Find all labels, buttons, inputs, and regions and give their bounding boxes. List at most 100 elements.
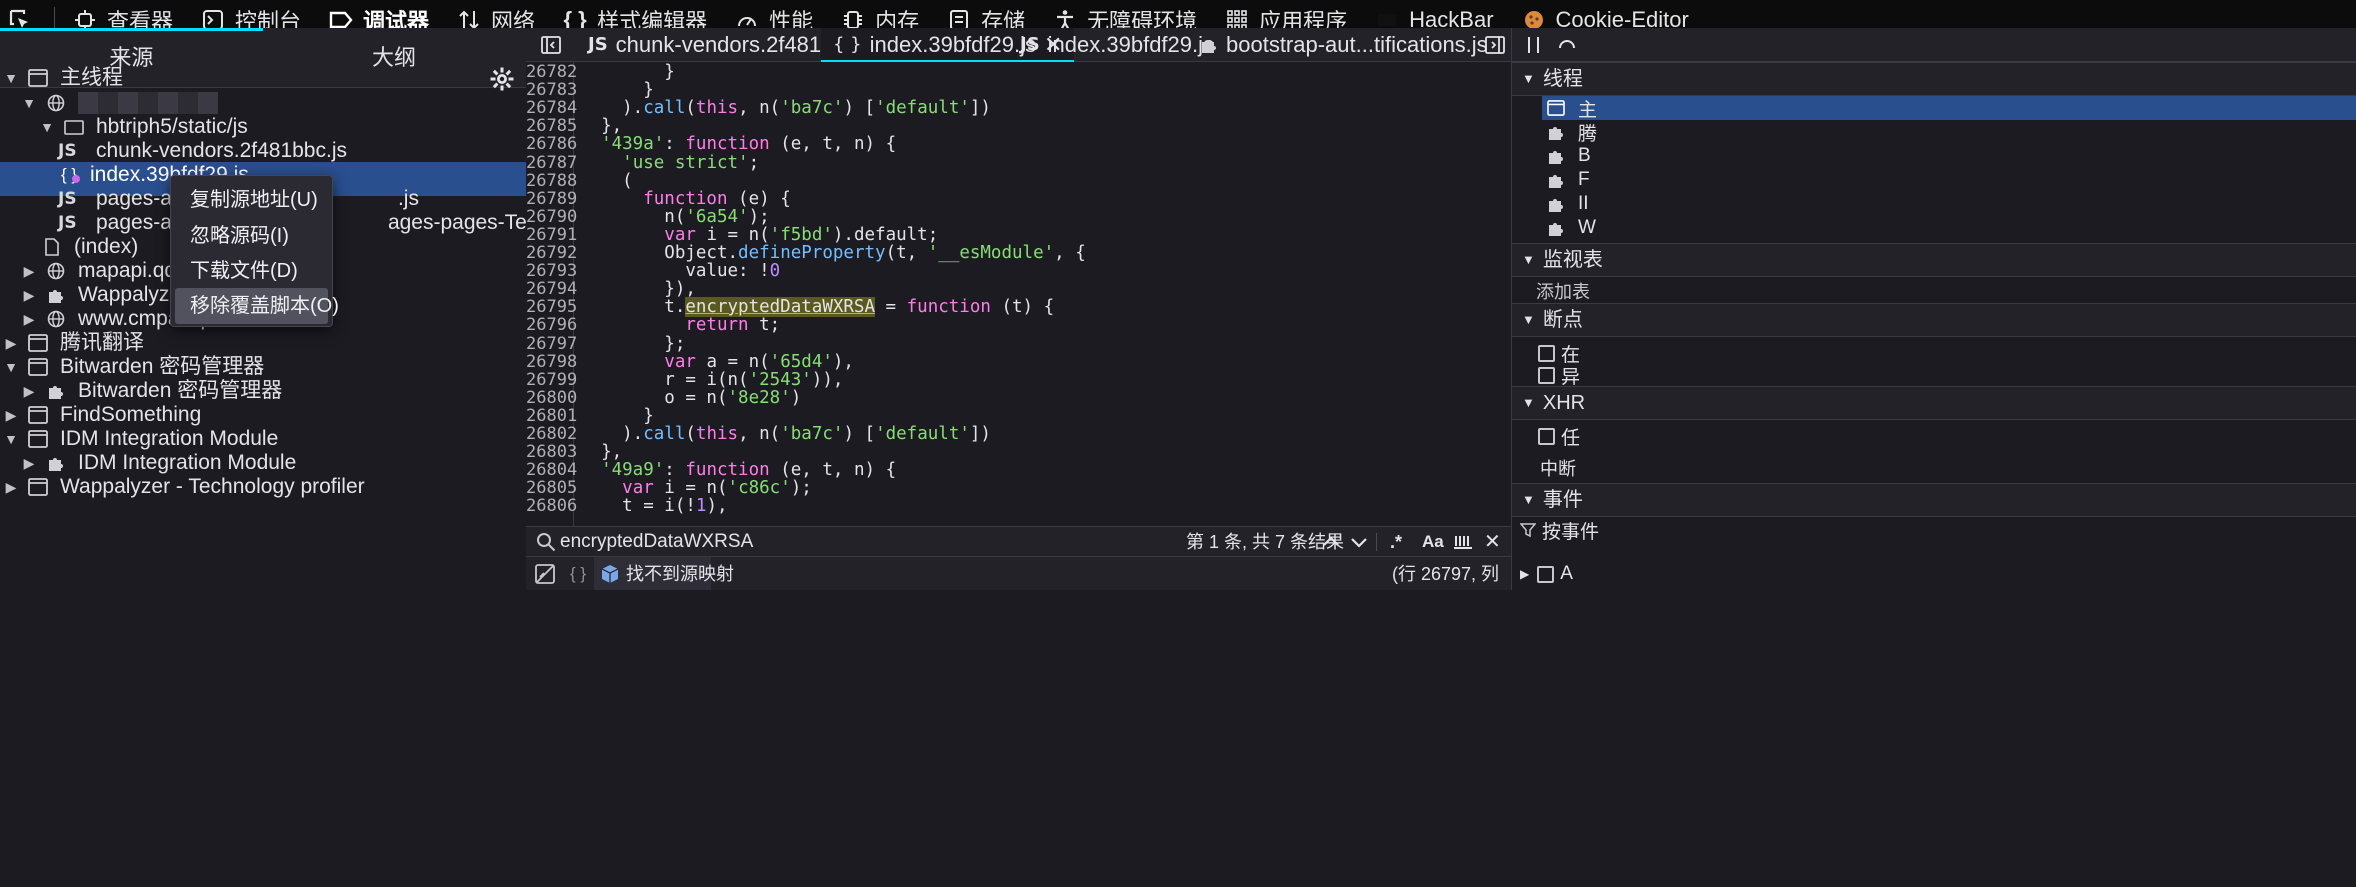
code-line[interactable]: r = i(n('2543')), xyxy=(580,371,843,389)
event-filter-input[interactable]: 按事件 xyxy=(1512,518,2356,543)
code-line[interactable]: return t; xyxy=(580,316,780,334)
checkbox[interactable] xyxy=(1537,565,1555,583)
editor-tabs: JS chunk-vendors.2f481bbc.js { } index.3… xyxy=(526,28,1511,63)
editor-tab[interactable]: JS index.39bfdf29.js xyxy=(1020,28,1214,62)
breakpoints-section-header[interactable]: ▼ 断点 xyxy=(1512,303,2356,337)
thread-row[interactable]: 腾 xyxy=(1512,120,2356,145)
line-number[interactable]: 26799 xyxy=(526,371,577,389)
collapsed-arrow-icon: ▶ xyxy=(23,263,35,279)
next-result-icon[interactable] xyxy=(1348,531,1370,553)
breakpoint-option[interactable]: 在 xyxy=(1512,341,2356,366)
line-number[interactable]: 26786 xyxy=(526,135,577,153)
line-number[interactable]: 26783 xyxy=(526,81,577,99)
line-number[interactable]: 26789 xyxy=(526,190,577,208)
line-number[interactable]: 26805 xyxy=(526,479,577,497)
add-watch-expression[interactable]: 添加表 xyxy=(1512,279,2356,303)
menu-item-remove-override[interactable]: 移除覆盖脚本(O) xyxy=(175,288,339,324)
line-number[interactable]: 26790 xyxy=(526,208,577,226)
code-line[interactable]: var a = n('65d4'), xyxy=(580,353,854,371)
code-line[interactable]: '439a': function (e, t, n) { xyxy=(580,135,896,153)
line-number[interactable]: 26792 xyxy=(526,244,577,262)
line-number[interactable]: 26806 xyxy=(526,497,577,515)
checkbox[interactable] xyxy=(1538,366,1555,384)
toggle-sources-pane-icon[interactable] xyxy=(540,34,562,56)
thread-row[interactable]: F xyxy=(1512,168,2356,192)
breakpoint-option[interactable]: 异 xyxy=(1512,363,2356,388)
code-line[interactable]: }; xyxy=(580,335,685,353)
search-input[interactable]: encryptedDataWXRSA xyxy=(560,527,753,557)
line-number[interactable]: 26794 xyxy=(526,280,577,298)
code-line[interactable]: 'use strict'; xyxy=(580,154,759,172)
code-line[interactable]: } xyxy=(580,81,654,99)
step-over-icon[interactable] xyxy=(1556,34,1578,56)
line-number[interactable]: 26784 xyxy=(526,99,577,117)
menu-item-copy-source-url[interactable]: 复制源地址(U) xyxy=(175,182,328,218)
line-number[interactable]: 26795 xyxy=(526,298,577,316)
code-line[interactable]: } xyxy=(580,407,654,425)
settings-gear-icon[interactable] xyxy=(490,67,514,91)
code-line[interactable]: Object.defineProperty(t, '__esModule', { xyxy=(580,244,1085,262)
menu-item-download-file[interactable]: 下载文件(D) xyxy=(175,253,328,289)
code-line[interactable]: o = n('8e28') xyxy=(580,389,801,407)
line-number[interactable]: 26800 xyxy=(526,389,577,407)
code-line[interactable]: var i = n('c86c'); xyxy=(580,479,812,497)
code-line[interactable]: t = i(!1), xyxy=(580,497,727,515)
regex-toggle-icon[interactable]: .* xyxy=(1390,527,1402,557)
code-line[interactable]: }, xyxy=(580,443,622,461)
toggle-debugger-pane-icon[interactable] xyxy=(1484,34,1506,56)
section-title: 监视表 xyxy=(1542,249,1603,271)
close-search-icon[interactable]: ✕ xyxy=(1484,527,1501,557)
code-line[interactable]: }, xyxy=(580,117,622,135)
prettify-disabled-icon[interactable] xyxy=(534,563,556,585)
checkbox[interactable] xyxy=(1538,344,1555,362)
line-number[interactable]: 26798 xyxy=(526,353,577,371)
tab-outline[interactable]: 大纲 xyxy=(263,28,526,87)
tree-row-thread[interactable]: ▶ Wappalyzer - Technology profiler xyxy=(4,470,365,504)
events-section-header[interactable]: ▼ 事件 xyxy=(1512,483,2356,517)
threads-section-header[interactable]: ▼ 线程 xyxy=(1512,62,2356,96)
line-number[interactable]: 26801 xyxy=(526,407,577,425)
code-line[interactable]: '49a9': function (e, t, n) { xyxy=(580,461,896,479)
event-category[interactable]: ▶ A xyxy=(1512,562,2356,586)
line-number[interactable]: 26785 xyxy=(526,117,577,135)
thread-label: F xyxy=(1578,169,1590,190)
code-line[interactable]: }), xyxy=(580,280,696,298)
code-line[interactable]: ).call(this, n('ba7c') ['default']) xyxy=(580,425,991,443)
previous-result-icon[interactable] xyxy=(1320,531,1342,553)
thread-row[interactable]: W xyxy=(1512,216,2356,240)
match-case-toggle[interactable]: Aa xyxy=(1422,527,1444,557)
line-number[interactable]: 26782 xyxy=(526,63,577,81)
line-number[interactable]: 26788 xyxy=(526,172,577,190)
xhr-section-header[interactable]: ▼ XHR xyxy=(1512,386,2356,420)
code-line[interactable]: ( xyxy=(580,172,633,190)
editor-tab-label: index.39bfdf29.js xyxy=(1047,32,1215,57)
pretty-print-icon[interactable]: { } xyxy=(570,557,586,591)
line-number[interactable]: 26791 xyxy=(526,226,577,244)
whole-word-toggle-icon[interactable] xyxy=(1452,532,1474,552)
code-line[interactable]: t.encryptedDataWXRSA = function (t) { xyxy=(580,297,1054,317)
filter-placeholder: 按事件 xyxy=(1542,521,1600,543)
source-map-message: 找不到源映射 xyxy=(626,564,734,584)
line-number[interactable]: 26787 xyxy=(526,154,577,172)
code-line[interactable]: ).call(this, n('ba7c') ['default']) xyxy=(580,99,991,117)
code-line[interactable]: var i = n('f5bd').default; xyxy=(580,226,938,244)
line-number[interactable]: 26803 xyxy=(526,443,577,461)
line-number[interactable]: 26802 xyxy=(526,425,577,443)
thread-row[interactable]: B xyxy=(1512,144,2356,168)
line-number[interactable]: 26804 xyxy=(526,461,577,479)
thread-row[interactable]: II xyxy=(1512,192,2356,216)
line-number[interactable]: 26797 xyxy=(526,335,577,353)
checkbox[interactable] xyxy=(1538,427,1555,445)
xhr-option[interactable]: 任 xyxy=(1512,424,2356,449)
code-line[interactable]: } xyxy=(580,63,675,81)
code-line[interactable]: value: !0 xyxy=(580,262,780,280)
editor-tab[interactable]: bootstrap-aut...tifications.js xyxy=(1200,28,1488,62)
pause-icon[interactable] xyxy=(1524,34,1544,56)
code-line[interactable]: function (e) { xyxy=(580,190,791,208)
menu-item-ignore-source[interactable]: 忽略源码(I) xyxy=(175,218,328,254)
watch-section-header[interactable]: ▼ 监视表 xyxy=(1512,243,2356,277)
line-number[interactable]: 26796 xyxy=(526,316,577,334)
code-line[interactable]: n('6a54'); xyxy=(580,208,769,226)
line-number[interactable]: 26793 xyxy=(526,262,577,280)
thread-row[interactable]: 主 xyxy=(1512,96,2356,121)
